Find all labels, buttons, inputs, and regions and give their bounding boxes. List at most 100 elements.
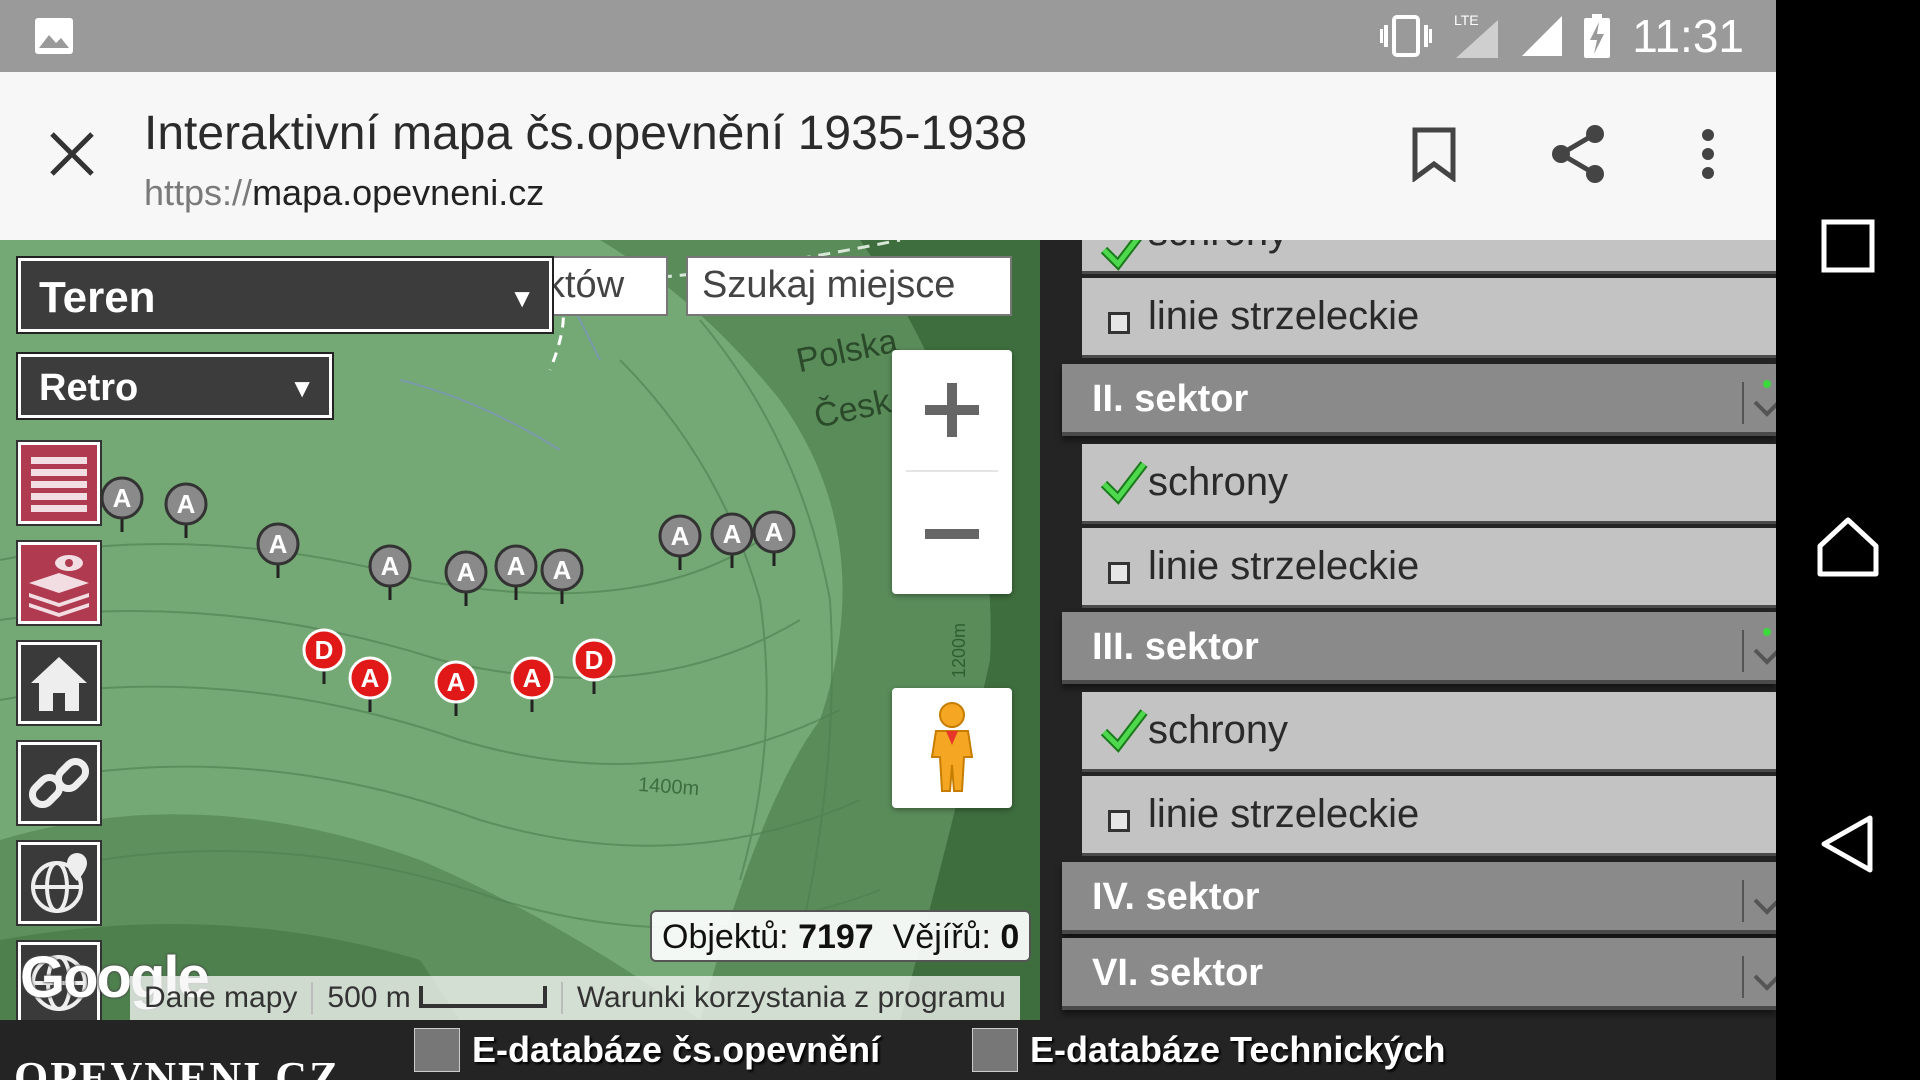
svg-text:A: A [523, 663, 542, 693]
divider [1742, 630, 1744, 672]
svg-text:A: A [723, 519, 742, 549]
home-button[interactable] [16, 640, 102, 726]
pegman-icon [930, 702, 974, 792]
share-button[interactable] [1546, 122, 1610, 186]
contour-label-1400: 1400m [637, 773, 700, 801]
divider [1742, 382, 1744, 424]
page-url: https://mapa.opevneni.cz [144, 172, 545, 213]
link-edatabase-technickych[interactable]: E-databáze Technických [972, 1028, 1445, 1072]
overflow-menu-button[interactable] [1676, 122, 1740, 186]
custom-tab-header: Interaktivní mapa čs.opevnění 1935-1938 … [0, 72, 1776, 240]
sector-panel: schrony linie strzeleckie II. sektor sch… [1040, 240, 1776, 1020]
plus-icon [925, 383, 979, 437]
zoom-control [892, 350, 1012, 594]
list-item-linie-strzeleckie[interactable]: linie strzeleckie [1082, 278, 1776, 358]
zoom-divider [906, 470, 998, 472]
sector-header-ii[interactable]: II. sektor [1062, 364, 1776, 436]
location-button[interactable] [16, 840, 102, 926]
link-button[interactable] [16, 740, 102, 826]
sector-header-iii[interactable]: III. sektor [1062, 612, 1776, 684]
map-data-link[interactable]: Dane mapy [130, 981, 311, 1015]
map-type-select[interactable]: Teren ▼ [16, 256, 554, 334]
link-edatabase-opevneni[interactable]: E-databáze čs.opevnění [414, 1028, 880, 1072]
svg-text:D: D [585, 645, 604, 675]
svg-text:A: A [671, 521, 690, 551]
checkbox[interactable] [1108, 810, 1130, 832]
checkmark-icon [1100, 461, 1148, 505]
bookmark-button[interactable] [1402, 122, 1466, 186]
list-item-linie-strzeleckie[interactable]: linie strzeleckie [1082, 528, 1776, 608]
place-search-input[interactable]: Szukaj miejsce [686, 256, 1012, 316]
web-content: AAAAAAAAAADAAAD Polska Česk 1400m 1200m … [0, 240, 1776, 1080]
svg-text:A: A [113, 483, 132, 513]
site-logo[interactable]: OPEVNENI.CZ [14, 1052, 340, 1080]
home-nav-icon[interactable] [1810, 508, 1886, 584]
map-style-value: Retro [39, 367, 139, 409]
recents-icon[interactable] [1810, 208, 1886, 284]
svg-text:A: A [177, 489, 196, 519]
map-attribution: Dane mapy 500 m Warunki korzystania z pr… [130, 976, 1020, 1020]
lte-signal-icon: LTE [1454, 12, 1499, 58]
zoom-out-button[interactable] [892, 474, 1012, 594]
svg-text:A: A [447, 667, 466, 697]
terms-link[interactable]: Warunki korzystania z programu [563, 981, 1020, 1015]
cell-signal-icon [1522, 16, 1563, 56]
svg-text:A: A [457, 557, 476, 587]
checkbox[interactable] [1108, 312, 1130, 334]
page-title: Interaktivní mapa čs.opevnění 1935-1938 [144, 107, 1028, 160]
list-item-schrony-partial[interactable]: schrony [1082, 240, 1776, 274]
layers-eye-icon [21, 545, 97, 621]
layers-button[interactable] [16, 540, 102, 626]
list-button[interactable] [16, 440, 102, 526]
contour-label-1200: 1200m [949, 622, 970, 679]
link-icon [21, 745, 97, 821]
share-icon [1552, 125, 1604, 183]
battery-charging-icon [1584, 14, 1611, 58]
home-icon [21, 645, 97, 721]
object-counter: Objektů: 7197 Vějířů: 0 [650, 910, 1032, 962]
divider [1742, 956, 1744, 998]
divider [1742, 880, 1744, 922]
globe-location-icon [21, 845, 97, 921]
svg-text:A: A [765, 517, 784, 547]
scale-indicator[interactable]: 500 m [313, 981, 560, 1015]
checkbox[interactable] [1108, 562, 1130, 584]
status-bar: LTE 11:31 [0, 0, 1776, 72]
back-icon[interactable] [1810, 806, 1886, 882]
scale-bar [418, 986, 547, 1009]
svg-text:A: A [269, 529, 288, 559]
map-area[interactable]: AAAAAAAAAADAAAD Polska Česk 1400m 1200m … [0, 240, 1040, 1020]
list-item-schrony[interactable]: schrony [1082, 692, 1776, 772]
close-icon[interactable] [42, 124, 102, 184]
svg-text:LTE: LTE [1454, 12, 1479, 28]
street-view-button[interactable] [892, 688, 1012, 808]
map-type-value: Teren [39, 273, 156, 322]
dropdown-arrow-icon: ▼ [509, 283, 535, 313]
sector-header-iv[interactable]: IV. sektor [1062, 862, 1776, 934]
minus-icon [925, 529, 979, 539]
chevron-down-icon [1753, 380, 1776, 417]
bunker-thumbnail-icon [414, 1028, 460, 1072]
svg-text:A: A [381, 551, 400, 581]
chevron-down-icon [1753, 628, 1776, 665]
zoom-in-button[interactable] [892, 350, 1012, 470]
map-style-select[interactable]: Retro ▼ [16, 352, 334, 420]
list-item-linie-strzeleckie[interactable]: linie strzeleckie [1082, 776, 1776, 856]
bookmark-icon [1412, 127, 1456, 182]
site-footer: OPEVNENI.CZ E-databáze čs.opevnění E-dat… [0, 1020, 1776, 1080]
svg-text:D: D [315, 635, 334, 665]
list-item-schrony[interactable]: schrony [1082, 444, 1776, 524]
checkmark-icon [1100, 709, 1148, 753]
checkmark-icon [1100, 240, 1143, 271]
clock: 11:31 [1632, 10, 1744, 62]
svg-text:A: A [361, 663, 380, 693]
vibrate-icon [1380, 15, 1433, 57]
chevron-down-icon [1753, 974, 1776, 991]
vehicle-thumbnail-icon [972, 1028, 1018, 1072]
more-vert-icon [1702, 129, 1714, 179]
image-notification-icon [35, 18, 73, 54]
svg-text:A: A [553, 555, 572, 585]
chevron-down-icon [1753, 898, 1776, 915]
sector-header-vi[interactable]: VI. sektor [1062, 938, 1776, 1010]
dropdown-arrow-icon: ▼ [289, 373, 315, 403]
